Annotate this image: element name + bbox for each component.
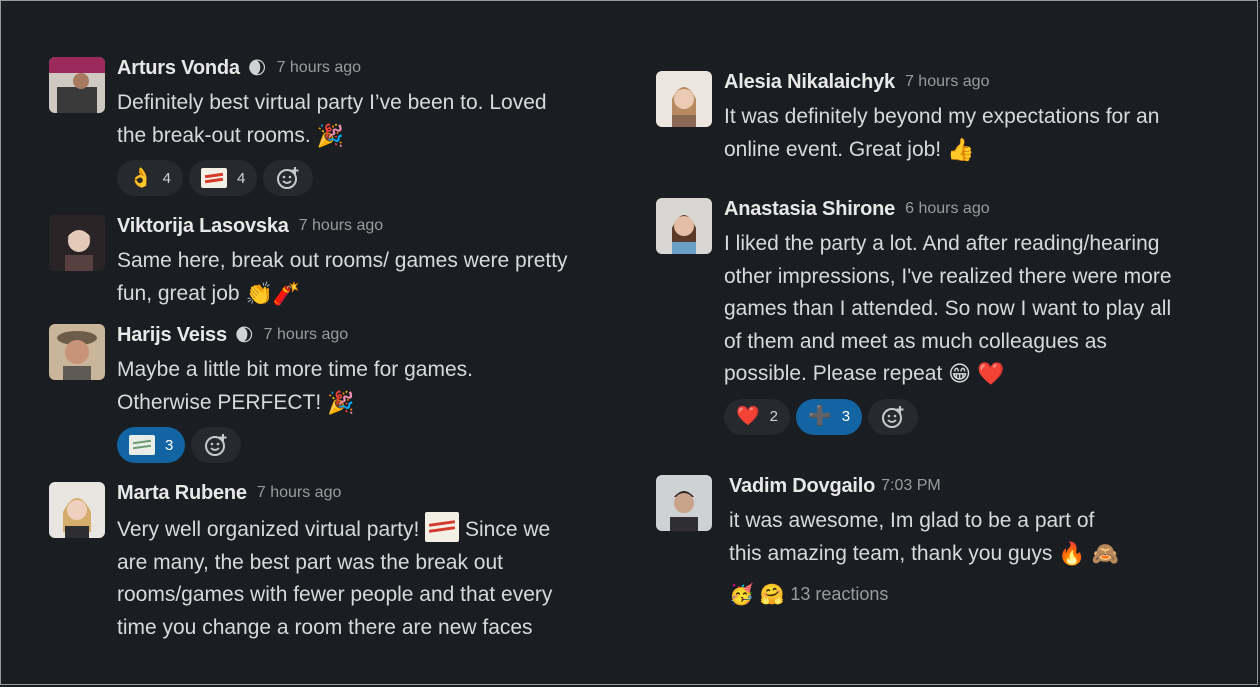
author-name[interactable]: Harijs Veiss xyxy=(117,324,227,347)
text-line: online event. Great job! xyxy=(724,137,942,161)
text-line: I liked the party a lot. And after readi… xyxy=(724,232,1160,255)
timestamp[interactable]: 7:03 PM xyxy=(881,477,941,495)
text-line: the break-out rooms. xyxy=(117,123,311,147)
reaction-bar: ❤️ 2 ➕ 3 xyxy=(724,398,1172,435)
reaction-sticker[interactable]: 3 xyxy=(117,427,186,463)
author-name[interactable]: Arturs Vonda xyxy=(117,57,240,80)
avatar[interactable] xyxy=(656,475,712,531)
text-line: Maybe a little bit more time for games. xyxy=(117,358,473,381)
add-reaction-icon xyxy=(882,405,904,428)
party-emoji-icon: 🎉 xyxy=(327,389,355,415)
heart-icon: ❤️ xyxy=(736,406,760,427)
text-line: other impressions, I've realized there w… xyxy=(724,264,1172,288)
sticker-icon xyxy=(201,168,228,188)
text-line: it was awesome, Im glad to be a part of xyxy=(729,509,1095,532)
message-text: Same here, break out rooms/ games were p… xyxy=(117,245,568,310)
text-line: Definitely best virtual party I’ve been … xyxy=(117,91,547,114)
message-text: It was definitely beyond my expectations… xyxy=(724,101,1159,166)
author-name[interactable]: Viktorija Lasovska xyxy=(117,215,289,238)
timestamp[interactable]: 7 hours ago xyxy=(277,59,362,77)
reaction-bar: 👌 4 4 xyxy=(117,160,547,196)
text-line: Very well organized virtual party! xyxy=(117,518,420,541)
add-reaction-button[interactable] xyxy=(263,160,314,196)
fire-icon: 🔥 🙈 xyxy=(1058,540,1120,566)
text-line: of them and meet as much colleagues as xyxy=(724,329,1107,353)
reaction-summary[interactable]: 🥳 🤗 13 reactions xyxy=(729,582,1119,607)
timestamp[interactable]: 6 hours ago xyxy=(905,200,990,218)
reaction-sticker[interactable]: 4 xyxy=(189,160,258,196)
reaction-plus[interactable]: ➕ 3 xyxy=(796,398,863,435)
text-line: possible. Please repeat xyxy=(724,362,943,385)
reaction-ok-hand[interactable]: 👌 4 xyxy=(117,160,184,196)
avatar[interactable] xyxy=(656,198,712,254)
sticker-icon xyxy=(425,512,460,542)
avatar[interactable] xyxy=(49,215,105,271)
reaction-heart[interactable]: ❤️ 2 xyxy=(724,398,791,435)
reaction-bar: 3 xyxy=(117,427,473,463)
author-name[interactable]: Marta Rubene xyxy=(117,482,247,505)
timestamp[interactable]: 7 hours ago xyxy=(299,217,384,235)
timestamp[interactable]: 7 hours ago xyxy=(264,326,349,344)
message-text: Definitely best virtual party I’ve been … xyxy=(117,87,547,152)
message-text: it was awesome, Im glad to be a part of … xyxy=(729,505,1119,570)
reaction-count-text: 13 reactions xyxy=(790,584,889,604)
timestamp[interactable]: 7 hours ago xyxy=(905,73,990,91)
add-reaction-icon xyxy=(205,434,227,456)
text-line: are many, the best part was the break ou… xyxy=(117,550,503,574)
add-reaction-button[interactable] xyxy=(868,398,919,435)
reaction-count: 2 xyxy=(769,408,779,425)
avatar[interactable] xyxy=(656,71,712,127)
ok-hand-icon: 👌 xyxy=(129,167,153,189)
reaction-emojis-icon: 🥳 🤗 xyxy=(729,584,785,606)
avatar[interactable] xyxy=(49,482,105,538)
text-line: fun, great job xyxy=(117,281,240,305)
chat-window: Arturs Vonda 🌒 7 hours ago Definitely be… xyxy=(0,0,1258,685)
reaction-count: 4 xyxy=(162,169,172,187)
add-reaction-icon xyxy=(277,167,299,189)
sticker-icon xyxy=(129,435,155,455)
reaction-count: 4 xyxy=(237,169,246,187)
avatar[interactable] xyxy=(49,324,105,380)
message-text: Very well organized virtual party! Since… xyxy=(117,512,552,644)
party-emoji-icon: 🎉 xyxy=(316,122,345,148)
text-line: Since we xyxy=(465,518,551,541)
thumbs-up-icon: 👍 xyxy=(946,136,975,162)
message-text: Maybe a little bit more time for games. … xyxy=(117,354,473,419)
reaction-count: 3 xyxy=(841,408,851,425)
reaction-count: 3 xyxy=(165,436,174,454)
author-name[interactable]: Anastasia Shirone xyxy=(724,198,895,221)
text-line: rooms/games with fewer people and that e… xyxy=(117,583,553,606)
text-line: Otherwise PERFECT! xyxy=(117,390,322,414)
add-reaction-button[interactable] xyxy=(191,427,242,463)
moon-status-icon: 🌒 xyxy=(234,325,254,345)
plus-icon: ➕ xyxy=(808,406,832,427)
timestamp[interactable]: 7 hours ago xyxy=(257,484,342,502)
author-name[interactable]: Vadim Dovgailo xyxy=(729,475,875,498)
text-line: It was definitely beyond my expectations… xyxy=(724,105,1160,128)
clapping-hands-icon: 👏🧨 xyxy=(245,280,301,306)
moon-status-icon: 🌒 xyxy=(247,58,267,78)
text-line: time you change a room there are new fac… xyxy=(117,615,533,639)
text-line: this amazing team, thank you guys xyxy=(729,541,1053,565)
grin-heart-icon: 😁 ❤️ xyxy=(948,361,1005,386)
text-line: games than I attended. So now I want to … xyxy=(724,297,1172,320)
text-line: Same here, break out rooms/ games were p… xyxy=(117,249,568,272)
author-name[interactable]: Alesia Nikalaichyk xyxy=(724,71,895,94)
message-text: I liked the party a lot. And after readi… xyxy=(724,228,1172,391)
avatar[interactable] xyxy=(49,57,105,113)
